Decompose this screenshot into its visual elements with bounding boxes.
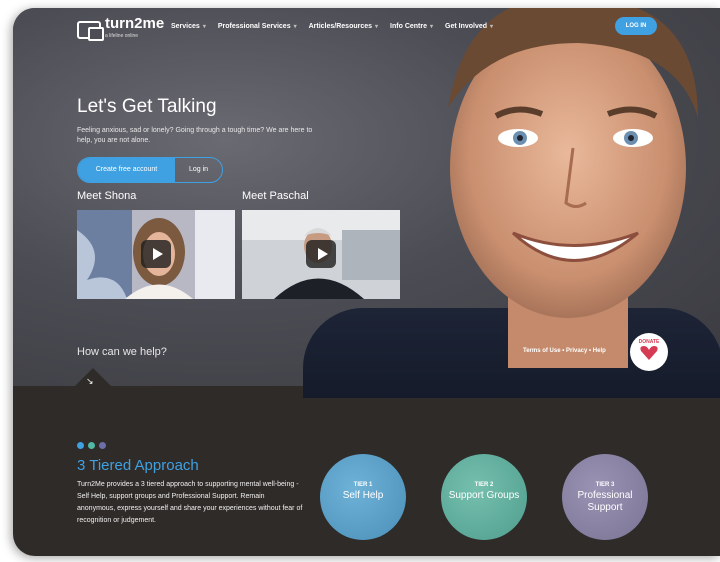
approach-title: 3 Tiered Approach bbox=[77, 457, 199, 474]
tier-2-support-groups[interactable]: TIER 2 Support Groups bbox=[441, 454, 527, 540]
play-icon[interactable] bbox=[306, 240, 336, 268]
chevron-down-icon: ▾ bbox=[490, 24, 494, 30]
approach-body: Turn2Me provides a 3 tiered approach to … bbox=[77, 481, 303, 524]
nav-item-get-involved[interactable]: Get Involved ▾ bbox=[445, 23, 493, 30]
tier-label: TIER 1 bbox=[353, 482, 373, 488]
chevron-down-icon: ▾ bbox=[375, 24, 379, 30]
nav-item-services[interactable]: Services ▾ bbox=[171, 23, 206, 30]
chat-bubbles-icon bbox=[77, 21, 104, 41]
hero-title: Let's Get Talking bbox=[77, 96, 217, 117]
video-label-paschal: Meet Paschal bbox=[242, 190, 309, 202]
dot-teal bbox=[88, 442, 95, 449]
cta-group: Create free account Log in bbox=[77, 157, 223, 183]
create-account-button[interactable]: Create free account bbox=[78, 158, 175, 182]
nav-item-info-centre[interactable]: Info Centre ▾ bbox=[390, 23, 433, 30]
video-label-shona: Meet Shona bbox=[77, 190, 137, 202]
video-paschal[interactable] bbox=[242, 210, 400, 299]
hero-section: turn2me a lifeline online Services ▾ Prof… bbox=[13, 8, 720, 398]
tier-1-self-help[interactable]: TIER 1 Self Help bbox=[320, 454, 406, 540]
chevron-down-icon: ▾ bbox=[430, 24, 434, 30]
hero-portrait bbox=[448, 8, 698, 368]
dot-indicators bbox=[77, 442, 106, 449]
heart-hands-icon bbox=[640, 346, 658, 360]
help-heading: How can we help? bbox=[77, 346, 167, 358]
login-button[interactable]: LOG IN bbox=[615, 17, 657, 35]
tier-label: TIER 2 bbox=[474, 482, 494, 488]
arrow-down-right-icon[interactable]: ↘ bbox=[86, 376, 94, 387]
nav-item-articles-resources[interactable]: Articles/Resources ▾ bbox=[309, 23, 378, 30]
brand-logo[interactable]: turn2me a lifeline online bbox=[77, 16, 164, 43]
tier-name: Self Help bbox=[342, 490, 384, 501]
play-icon[interactable] bbox=[141, 240, 171, 268]
tier-name: Professional Support bbox=[577, 490, 633, 513]
browser-frame: turn2me a lifeline online Services ▾ Prof… bbox=[13, 8, 720, 556]
chevron-down-icon: ▾ bbox=[202, 24, 206, 30]
dot-purple bbox=[99, 442, 106, 449]
video-shona[interactable] bbox=[77, 210, 235, 299]
chevron-down-icon: ▾ bbox=[293, 24, 297, 30]
hero-subtitle: Feeling anxious, sad or lonely? Going th… bbox=[77, 127, 313, 144]
tier-3-professional-support[interactable]: TIER 3 Professional Support bbox=[562, 454, 648, 540]
tier-name: Support Groups bbox=[448, 490, 520, 501]
hero-login-button[interactable]: Log in bbox=[175, 158, 222, 182]
nav-item-professional-services[interactable]: Professional Services ▾ bbox=[218, 23, 297, 30]
tier-label: TIER 3 bbox=[595, 482, 615, 488]
donate-button[interactable]: DONATE bbox=[630, 333, 668, 371]
dot-blue bbox=[77, 442, 84, 449]
footer-links[interactable]: Terms of Use • Privacy • Help bbox=[523, 348, 606, 354]
main-nav: Services ▾ Professional Services ▾ Article… bbox=[171, 23, 493, 30]
